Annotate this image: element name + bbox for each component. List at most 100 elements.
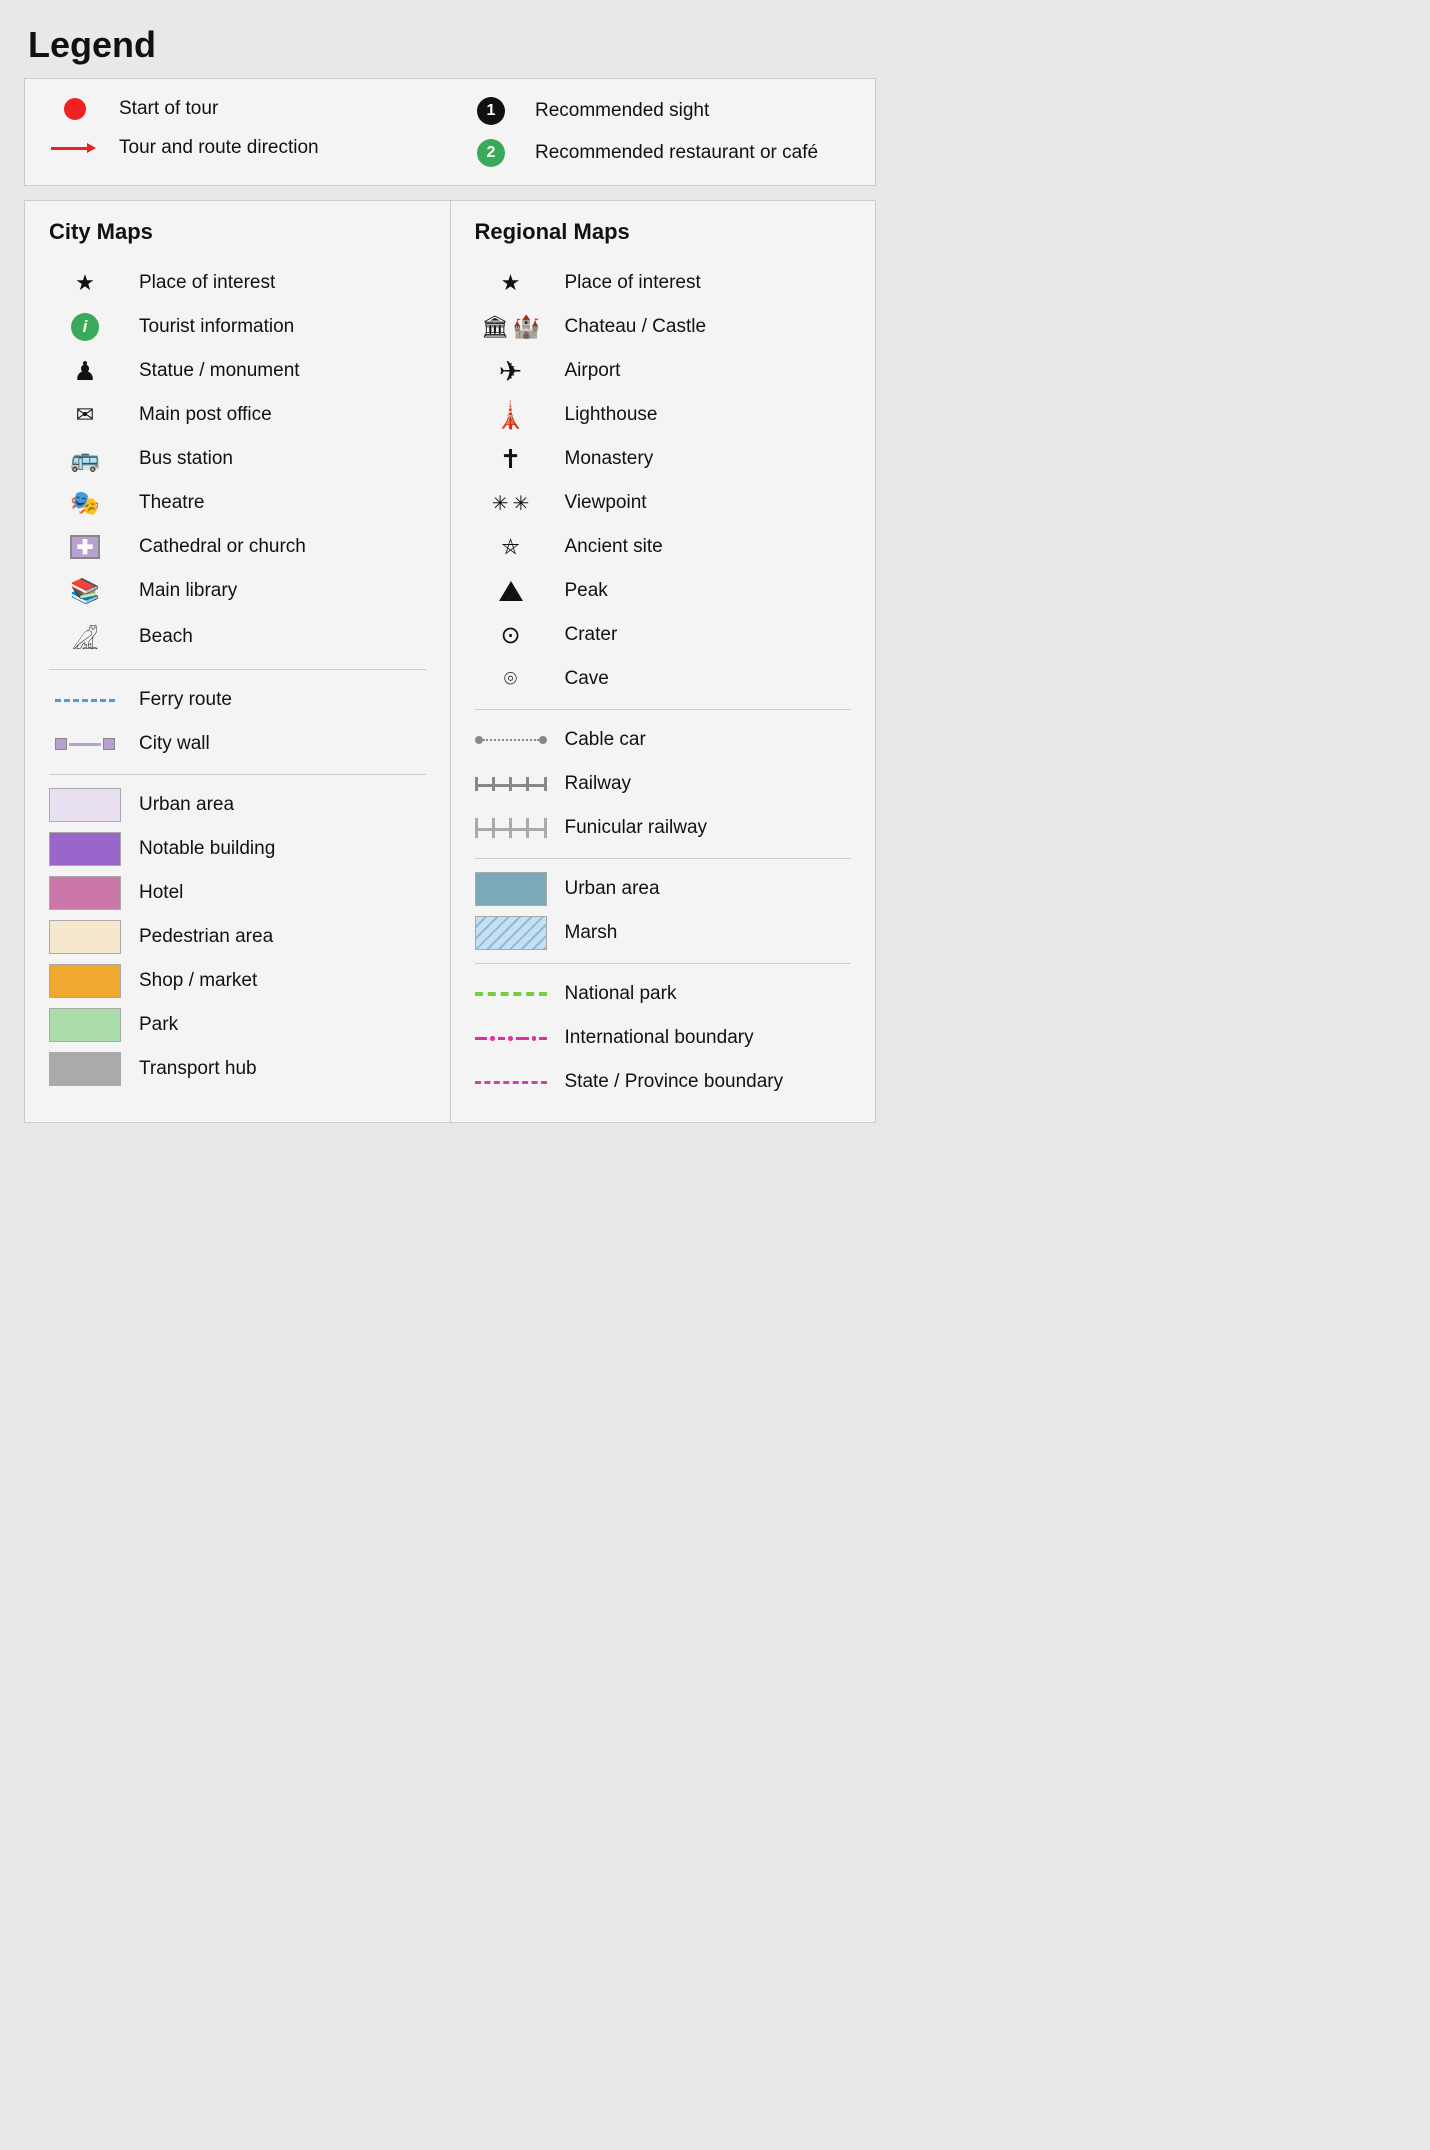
main-post-office-icon: ✉ — [49, 402, 121, 428]
international-boundary-item: International boundary — [475, 1016, 852, 1060]
international-boundary-icon — [475, 1036, 547, 1041]
route-direction-row: Tour and route direction — [49, 136, 435, 161]
tourist-information-item: i Tourist information — [49, 305, 426, 349]
house-icon: 🏛 — [481, 314, 509, 340]
lighthouse-item: 🗼 Lighthouse — [475, 393, 852, 437]
tourist-information-label: Tourist information — [139, 316, 294, 338]
legend-container: Legend Start of tour Tour and route dire… — [24, 24, 876, 1123]
notable-building-label: Notable building — [139, 838, 275, 860]
urban-area-label: Urban area — [139, 794, 234, 816]
notable-building-icon — [49, 832, 121, 866]
pink-dash-dot-line-icon — [475, 1036, 547, 1041]
main-post-office-label: Main post office — [139, 404, 272, 426]
chateau-castle-item: 🏛 🏰 Chateau / Castle — [475, 305, 852, 349]
bus-icon: 🚌 — [70, 445, 100, 474]
shop-market-color-box — [49, 964, 121, 998]
bus-station-icon: 🚌 — [49, 445, 121, 474]
purple-wall-line-icon — [55, 738, 115, 750]
peak-item: Peak — [475, 569, 852, 613]
park-icon — [49, 1008, 121, 1042]
city-wall-icon — [49, 738, 121, 750]
shop-market-icon — [49, 964, 121, 998]
beach-icon: 𓅓 — [49, 617, 121, 657]
recommended-restaurant-label: Recommended restaurant or café — [535, 141, 818, 166]
theatre-item: 🎭 Theatre — [49, 481, 426, 525]
plane-icon: ✈ — [499, 355, 522, 388]
crater-symbol-icon: ⊙ — [500, 621, 520, 650]
urban-area-color-box — [49, 788, 121, 822]
main-library-label: Main library — [139, 580, 237, 602]
main-post-office-item: ✉ Main post office — [49, 393, 426, 437]
railway-item: Railway — [475, 762, 852, 806]
regional-divider-3 — [475, 963, 852, 964]
reg-place-of-interest-item: ★ Place of interest — [475, 261, 852, 305]
marsh-label: Marsh — [565, 922, 618, 944]
statue-monument-icon: ♟ — [49, 356, 121, 387]
transport-hub-label: Transport hub — [139, 1058, 257, 1080]
city-place-of-interest-icon: ★ — [49, 270, 121, 296]
recommended-restaurant-row: 2 Recommended restaurant or café — [465, 139, 851, 167]
beach-label: Beach — [139, 626, 193, 648]
cable-car-icon — [475, 736, 547, 744]
bus-station-label: Bus station — [139, 448, 233, 470]
tour-left: Start of tour Tour and route direction — [49, 97, 435, 167]
funicular-line-icon — [475, 818, 547, 838]
bird-icon: 𓅓 — [72, 617, 99, 657]
statue-monument-label: Statue / monument — [139, 360, 300, 382]
hotel-label: Hotel — [139, 882, 183, 904]
transport-hub-icon — [49, 1052, 121, 1086]
green-dashed-line-icon — [475, 992, 547, 996]
cave-label: Cave — [565, 668, 609, 690]
park-label: Park — [139, 1014, 178, 1036]
city-wall-label: City wall — [139, 733, 210, 755]
viewpoint-symbols-icon: ✳ ✳ — [492, 491, 530, 516]
regional-maps-title: Regional Maps — [475, 219, 852, 245]
viewpoint-item: ✳ ✳ Viewpoint — [475, 481, 852, 525]
green-info-icon: i — [71, 313, 99, 341]
airport-label: Airport — [565, 360, 621, 382]
airport-icon: ✈ — [475, 355, 547, 388]
castle-icon: 🏰 — [513, 314, 540, 340]
marsh-item: Marsh — [475, 911, 852, 955]
railway-label: Railway — [565, 773, 632, 795]
peak-label: Peak — [565, 580, 608, 602]
lighthouse-symbol-icon: 🗼 — [494, 400, 526, 431]
red-dot-icon — [64, 98, 86, 120]
monastery-item: ✝ Monastery — [475, 437, 852, 481]
legend-title: Legend — [24, 24, 876, 66]
hotel-color-box — [49, 876, 121, 910]
city-maps-column: City Maps ★ Place of interest i Tourist … — [25, 201, 451, 1122]
transport-hub-color-box — [49, 1052, 121, 1086]
cross-box-icon: ✚ — [70, 535, 100, 559]
marsh-icon — [475, 916, 547, 950]
funicular-railway-label: Funicular railway — [565, 817, 708, 839]
reg-place-of-interest-label: Place of interest — [565, 272, 701, 294]
main-library-icon: 📚 — [49, 577, 121, 606]
hotel-icon — [49, 876, 121, 910]
cave-icon: ⌾ — [475, 666, 547, 692]
theatre-label: Theatre — [139, 492, 204, 514]
reg-place-of-interest-icon: ★ — [475, 270, 547, 296]
city-maps-title: City Maps — [49, 219, 426, 245]
main-section: City Maps ★ Place of interest i Tourist … — [24, 200, 876, 1123]
blue-dashed-line-icon — [55, 699, 115, 702]
viewpoint-label: Viewpoint — [565, 492, 647, 514]
triangle-peak-icon — [499, 581, 523, 601]
regional-divider-1 — [475, 709, 852, 710]
theatre-icon: 🎭 — [49, 489, 121, 518]
viewpoint-icon: ✳ ✳ — [475, 491, 547, 516]
city-place-of-interest-item: ★ Place of interest — [49, 261, 426, 305]
park-item: Park — [49, 1003, 426, 1047]
funicular-railway-item: Funicular railway — [475, 806, 852, 850]
recommended-restaurant-icon: 2 — [465, 139, 517, 167]
urban-area-icon — [49, 788, 121, 822]
lighthouse-icon: 🗼 — [475, 400, 547, 431]
start-tour-label: Start of tour — [119, 97, 218, 122]
pedestrian-area-label: Pedestrian area — [139, 926, 273, 948]
start-tour-icon — [49, 98, 101, 120]
peak-icon — [475, 581, 547, 601]
castle-icons: 🏛 🏰 — [481, 314, 540, 340]
notable-building-color-box — [49, 832, 121, 866]
airport-item: ✈ Airport — [475, 349, 852, 393]
city-divider-2 — [49, 774, 426, 775]
